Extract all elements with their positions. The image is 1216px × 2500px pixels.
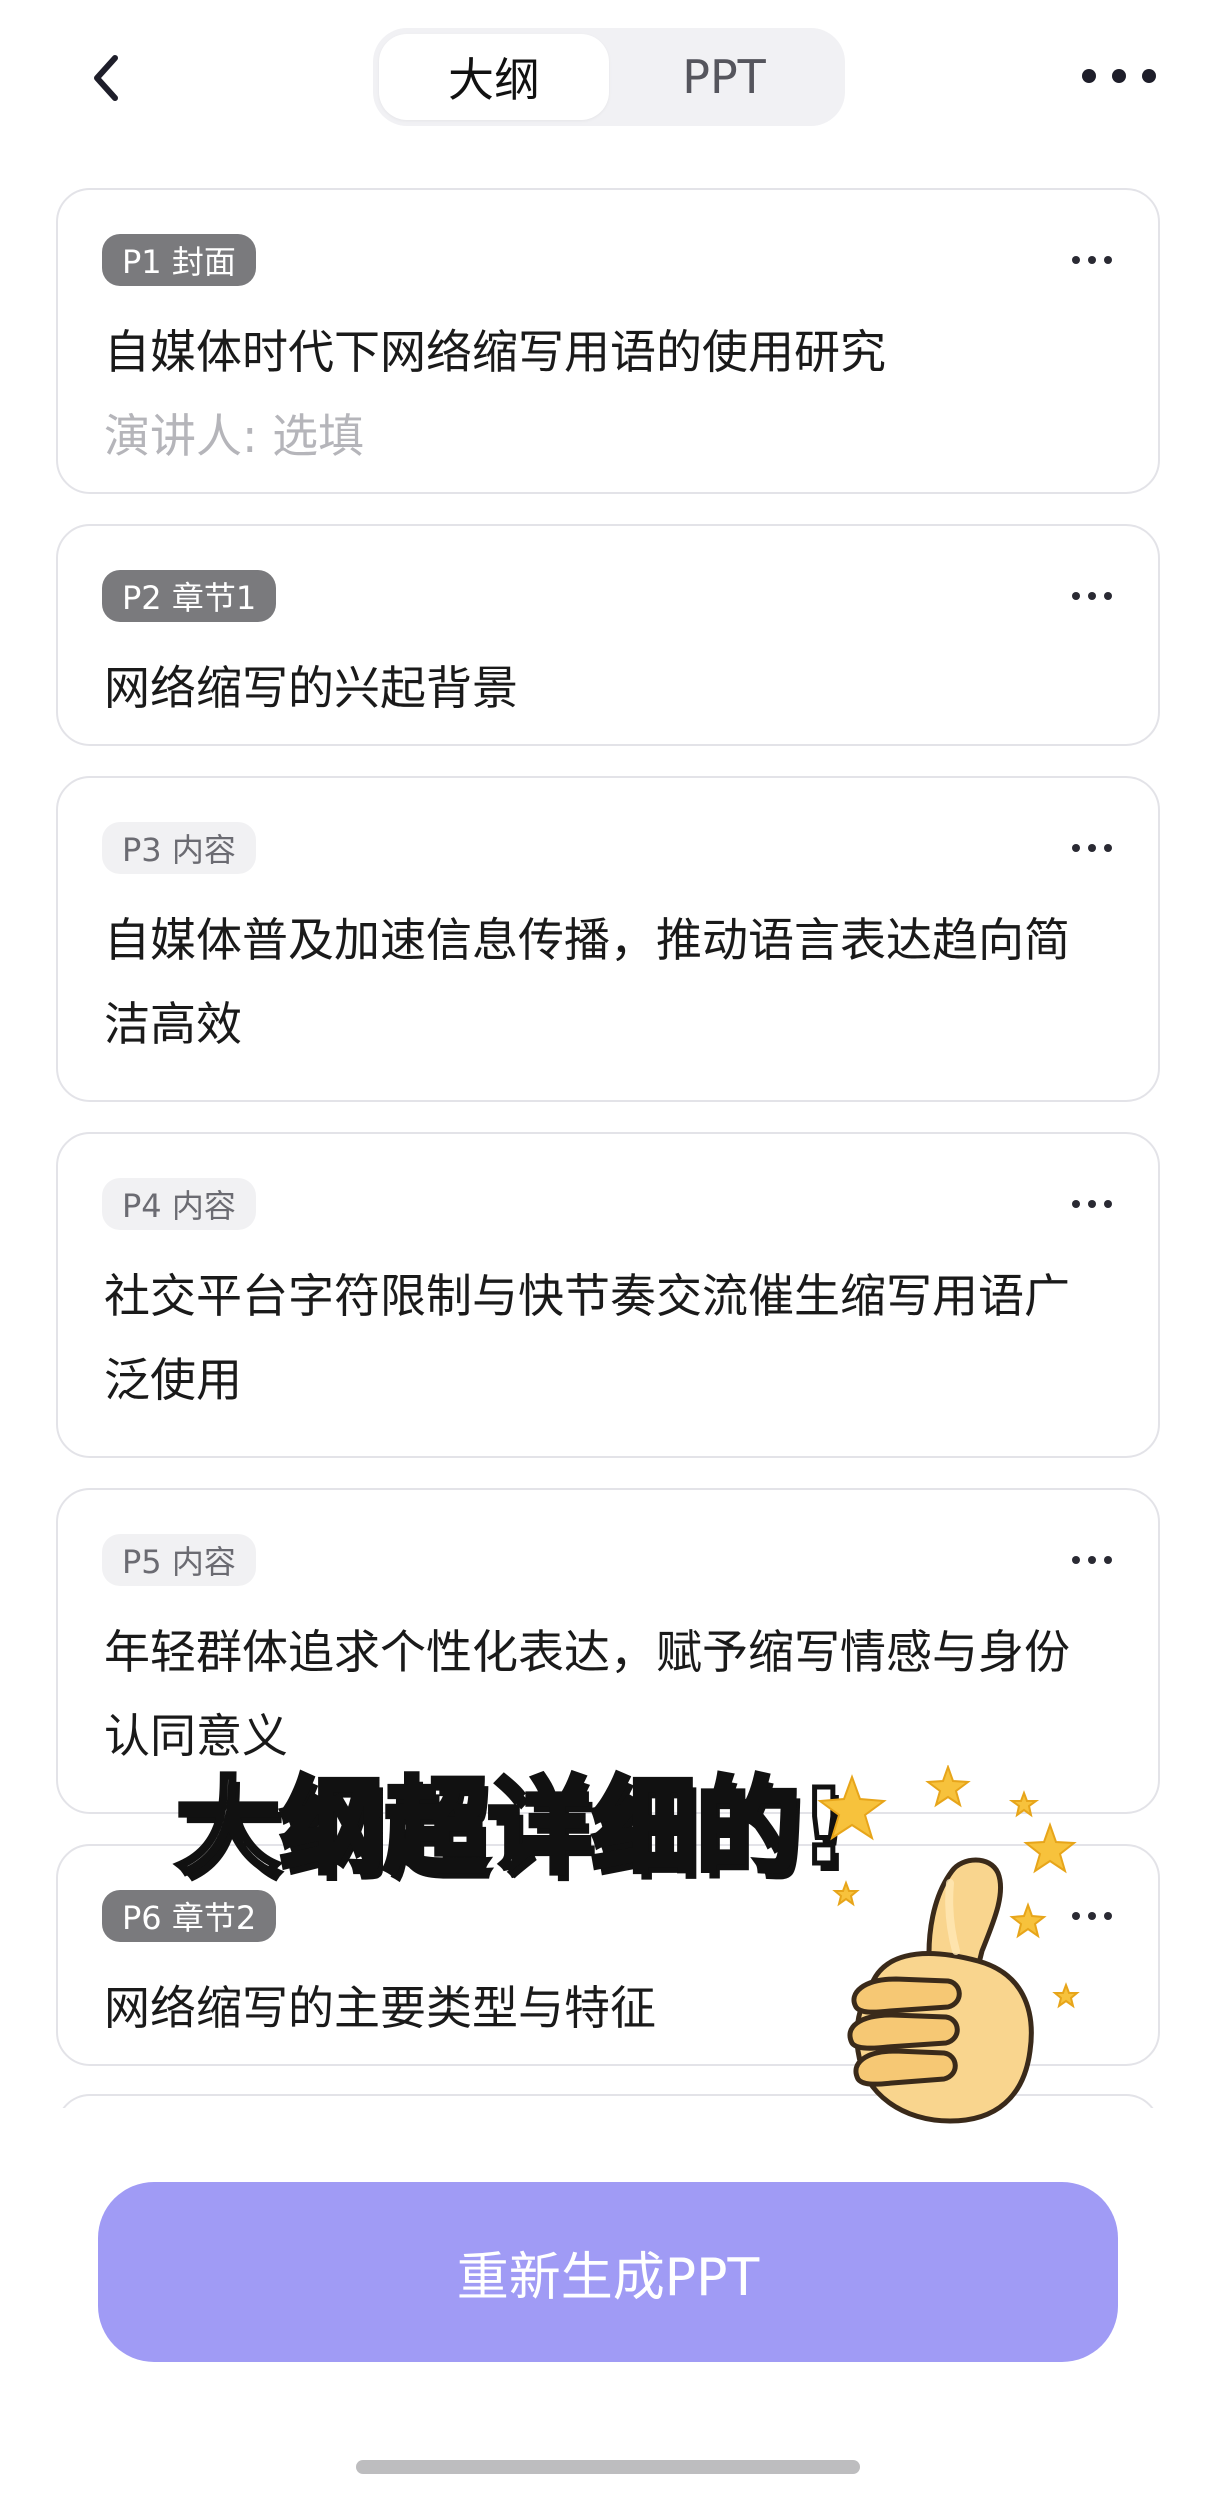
more-horizontal-icon [1072,256,1080,264]
outline-list[interactable]: P1 封面 自媒体时代下网络缩写用语的使用研究 演讲人: 选填 P2 章节1 网… [0,188,1216,2108]
view-switcher: 大纲 PPT [373,28,845,126]
page-badge: P5 内容 [102,1534,256,1586]
card-more-button[interactable] [1072,1196,1112,1212]
card-more-button[interactable] [1072,1908,1112,1924]
outline-card-p6[interactable]: P6 章节2 网络缩写的主要类型与特征 [56,1844,1160,2066]
card-title[interactable]: 年轻群体追求个性化表达，赋予缩写情感与身份认同意义 [104,1610,1114,1778]
page-badge: P6 章节2 [102,1890,277,1942]
back-button[interactable] [78,46,134,110]
card-title[interactable]: 网络缩写的兴起背景 [104,646,1114,730]
card-title[interactable]: 自媒体普及加速信息传播，推动语言表达趋向简洁高效 [104,898,1114,1066]
outline-card-p5[interactable]: P5 内容 年轻群体追求个性化表达，赋予缩写情感与身份认同意义 [56,1488,1160,1814]
more-horizontal-icon [1072,592,1080,600]
more-horizontal-icon [1072,1556,1080,1564]
card-more-button[interactable] [1072,588,1112,604]
page-badge: P3 内容 [102,822,256,874]
card-title[interactable]: 社交平台字符限制与快节奏交流催生缩写用语广泛使用 [104,1254,1114,1422]
outline-screen: 大纲 PPT P1 封面 自媒体时代下网络缩写用语的使用研究 演讲人: 选填 P… [0,0,1216,2500]
more-horizontal-icon [1082,69,1096,83]
card-more-button[interactable] [1072,252,1112,268]
card-more-button[interactable] [1072,840,1112,856]
regenerate-ppt-button[interactable]: 重新生成PPT [98,2182,1118,2362]
page-badge: P4 内容 [102,1178,256,1230]
more-horizontal-icon [1072,844,1080,852]
card-title[interactable]: 自媒体时代下网络缩写用语的使用研究 [104,310,1114,394]
card-title[interactable]: 网络缩写的主要类型与特征 [104,1966,1114,2050]
outline-card-p2[interactable]: P2 章节1 网络缩写的兴起背景 [56,524,1160,746]
more-options-button[interactable] [1082,54,1156,98]
outline-card-p3[interactable]: P3 内容 自媒体普及加速信息传播，推动语言表达趋向简洁高效 [56,776,1160,1102]
page-badge: P1 封面 [102,234,256,286]
more-horizontal-icon [1072,1912,1080,1920]
outline-card-p1[interactable]: P1 封面 自媒体时代下网络缩写用语的使用研究 演讲人: 选填 [56,188,1160,494]
home-indicator[interactable] [356,2460,860,2474]
chevron-left-icon [94,55,118,101]
outline-card-next[interactable] [56,2094,1160,2108]
outline-card-p4[interactable]: P4 内容 社交平台字符限制与快节奏交流催生缩写用语广泛使用 [56,1132,1160,1458]
tab-ppt[interactable]: PPT [609,34,839,120]
presenter-field[interactable]: 演讲人: 选填 [104,394,1114,478]
tab-outline[interactable]: 大纲 [379,34,609,120]
page-badge: P2 章节1 [102,570,277,622]
card-more-button[interactable] [1072,1552,1112,1568]
more-horizontal-icon [1072,1200,1080,1208]
